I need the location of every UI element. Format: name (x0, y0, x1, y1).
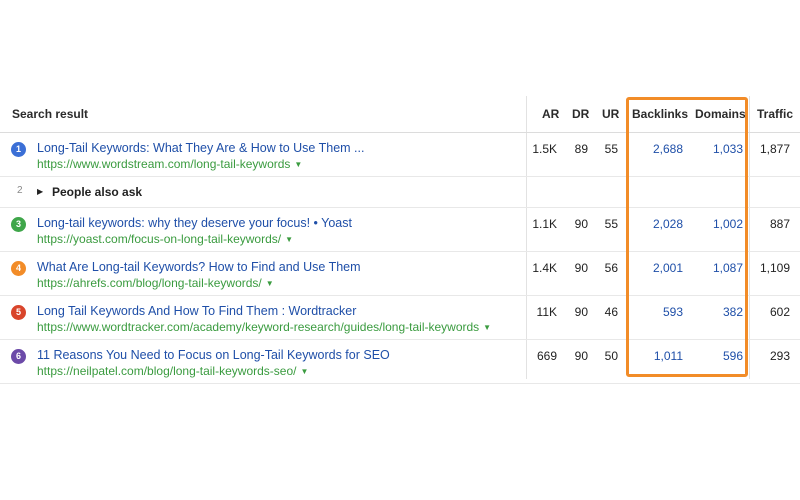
chevron-down-icon[interactable]: ▼ (285, 235, 293, 244)
metric-ar: 669 (536, 349, 557, 363)
position-number: 2 (17, 185, 23, 196)
result-title[interactable]: Long-tail keywords: why they deserve you… (37, 216, 352, 230)
result-url-text[interactable]: https://www.wordstream.com/long-tail-key… (37, 157, 290, 171)
metric-traffic: 1,109 (759, 261, 790, 275)
backlinks-domains-highlight-box (626, 97, 748, 377)
position-badge: 5 (11, 305, 26, 320)
result-title[interactable]: What Are Long-tail Keywords? How to Find… (37, 260, 361, 274)
metric-ur: 55 (604, 217, 618, 231)
expand-triangle-icon[interactable]: ▶ (37, 187, 43, 196)
result-title[interactable]: Long-Tail Keywords: What They Are & How … (37, 141, 364, 155)
position-badge: 3 (11, 217, 26, 232)
metric-dr: 90 (574, 305, 588, 319)
position-badge: 1 (11, 142, 26, 157)
result-title[interactable]: 11 Reasons You Need to Focus on Long-Tai… (37, 348, 390, 362)
position-badge: 4 (11, 261, 26, 276)
chevron-down-icon[interactable]: ▼ (483, 323, 491, 332)
result-url[interactable]: https://www.wordtracker.com/academy/keyw… (37, 320, 491, 334)
result-url-text[interactable]: https://yoast.com/focus-on-long-tail-key… (37, 232, 281, 246)
result-url-text[interactable]: https://www.wordtracker.com/academy/keyw… (37, 320, 479, 334)
result-url[interactable]: https://www.wordstream.com/long-tail-key… (37, 157, 302, 171)
metric-traffic: 887 (769, 217, 790, 231)
metric-ur: 56 (604, 261, 618, 275)
result-url[interactable]: https://neilpatel.com/blog/long-tail-key… (37, 364, 308, 378)
result-url[interactable]: https://ahrefs.com/blog/long-tail-keywor… (37, 276, 274, 290)
chevron-down-icon[interactable]: ▼ (266, 279, 274, 288)
position-badge: 6 (11, 349, 26, 364)
header-traffic[interactable]: Traffic (757, 107, 793, 121)
metric-ar: 1.4K (532, 261, 557, 275)
metric-dr: 90 (574, 217, 588, 231)
metric-ar: 1.1K (532, 217, 557, 231)
metric-dr: 90 (574, 349, 588, 363)
chevron-down-icon[interactable]: ▼ (294, 160, 302, 169)
metric-traffic: 293 (769, 349, 790, 363)
result-url-text[interactable]: https://ahrefs.com/blog/long-tail-keywor… (37, 276, 262, 290)
result-title[interactable]: Long Tail Keywords And How To Find Them … (37, 304, 356, 318)
metric-ur: 50 (604, 349, 618, 363)
metric-ar: 11K (536, 305, 557, 319)
header-search-result: Search result (12, 107, 89, 121)
people-also-ask-label[interactable]: People also ask (52, 185, 142, 199)
metric-traffic: 1,877 (759, 142, 790, 156)
header-dr[interactable]: DR (572, 107, 589, 121)
chevron-down-icon[interactable]: ▼ (300, 367, 308, 376)
metric-ur: 46 (604, 305, 618, 319)
metric-ar: 1.5K (532, 142, 557, 156)
header-ar[interactable]: AR (542, 107, 559, 121)
result-url[interactable]: https://yoast.com/focus-on-long-tail-key… (37, 232, 293, 246)
header-ur[interactable]: UR (602, 107, 619, 121)
result-url-text[interactable]: https://neilpatel.com/blog/long-tail-key… (37, 364, 296, 378)
metric-dr: 90 (574, 261, 588, 275)
metric-ur: 55 (604, 142, 618, 156)
metric-traffic: 602 (769, 305, 790, 319)
metric-dr: 89 (574, 142, 588, 156)
